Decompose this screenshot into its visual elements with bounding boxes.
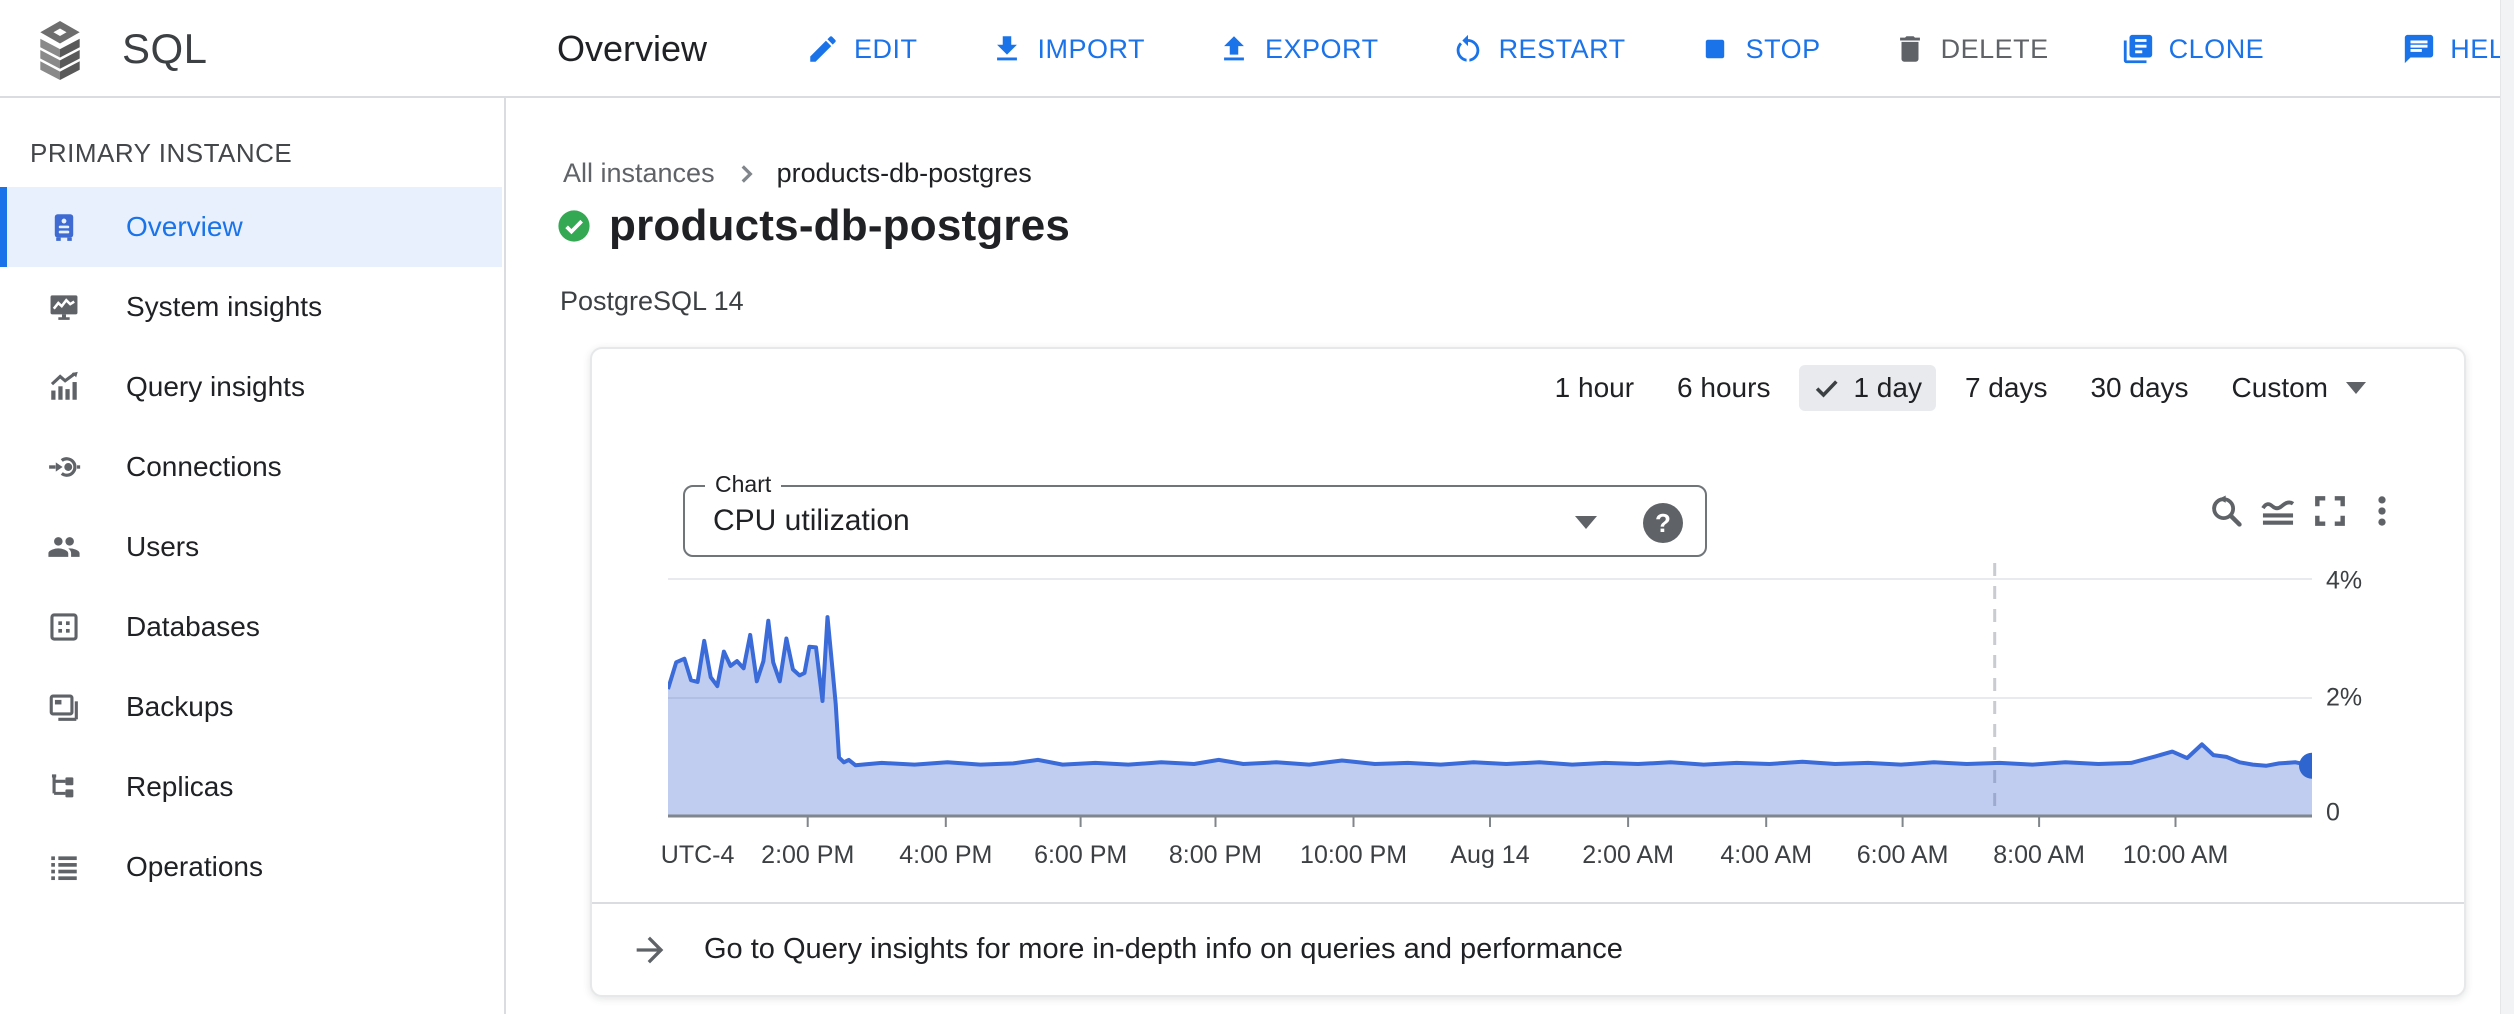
chevron-right-icon bbox=[733, 161, 759, 187]
instance-title-row: products-db-postgres bbox=[557, 201, 1070, 251]
sidebar-item-query-insights[interactable]: Query insights bbox=[0, 347, 502, 427]
nav-section-title: PRIMARY INSTANCE bbox=[30, 138, 292, 169]
x-axis-label: 4:00 AM bbox=[1720, 841, 1812, 870]
chart-plot-area[interactable] bbox=[668, 559, 2312, 829]
top-app-bar: SQL Overview EDIT IMPORT EXPORT RESTART … bbox=[0, 0, 2514, 98]
instance-name: products-db-postgres bbox=[609, 201, 1070, 251]
x-axis-label: 4:00 PM bbox=[899, 841, 992, 870]
connection-icon bbox=[46, 449, 82, 485]
x-axis-label: 6:00 PM bbox=[1034, 841, 1127, 870]
x-axis-label: 2:00 PM bbox=[761, 841, 854, 870]
sidebar-item-label: Operations bbox=[126, 851, 263, 883]
export-label: EXPORT bbox=[1265, 34, 1379, 65]
x-axis-label: 2:00 AM bbox=[1582, 841, 1674, 870]
delete-button[interactable]: DELETE bbox=[1893, 32, 2049, 66]
sidebar-item-backups[interactable]: Backups bbox=[0, 667, 502, 747]
sidebar-item-users[interactable]: Users bbox=[0, 507, 502, 587]
sidebar-item-label: Query insights bbox=[126, 371, 305, 403]
restart-button[interactable]: RESTART bbox=[1451, 32, 1626, 66]
query-insights-link[interactable]: Go to Query insights for more in-depth i… bbox=[592, 904, 2464, 995]
breadcrumb-all-instances[interactable]: All instances bbox=[563, 158, 715, 189]
green-check-icon bbox=[557, 209, 591, 243]
query-insights-link-text: Go to Query insights for more in-depth i… bbox=[704, 933, 1623, 966]
stop-icon bbox=[1698, 32, 1732, 66]
instance-icon bbox=[46, 209, 82, 245]
list-icon bbox=[46, 849, 82, 885]
grid-icon bbox=[46, 609, 82, 645]
instance-action-toolbar: EDIT IMPORT EXPORT RESTART STOP DELETE bbox=[806, 0, 2514, 98]
left-nav: PRIMARY INSTANCE Overview System insight… bbox=[0, 98, 506, 1014]
help-assistant-button[interactable]: HELP ASSISTANT bbox=[2402, 32, 2514, 66]
monitor-chart-icon bbox=[46, 289, 82, 325]
cpu-utilization-chart: 4% 2% 0 UTC-4 2:00 PM 4:00 PM 6:00 PM 8:00 P… bbox=[592, 349, 2464, 995]
sidebar-item-system-insights[interactable]: System insights bbox=[0, 267, 502, 347]
sidebar-item-label: System insights bbox=[126, 291, 322, 323]
y-axis-label: 4% bbox=[2326, 567, 2362, 596]
sidebar-item-overview[interactable]: Overview bbox=[0, 187, 502, 267]
sidebar-item-label: Users bbox=[126, 531, 199, 563]
arrow-forward-icon bbox=[630, 930, 670, 970]
sidebar-item-label: Replicas bbox=[126, 771, 233, 803]
tree-icon bbox=[46, 769, 82, 805]
product-name: SQL bbox=[122, 0, 208, 98]
trash-icon bbox=[1893, 32, 1927, 66]
stop-label: STOP bbox=[1746, 34, 1821, 65]
sidebar-item-label: Databases bbox=[126, 611, 260, 643]
instance-version: PostgreSQL 14 bbox=[560, 286, 744, 317]
stop-button[interactable]: STOP bbox=[1698, 32, 1821, 66]
export-button[interactable]: EXPORT bbox=[1217, 32, 1379, 66]
x-axis-label: 8:00 PM bbox=[1169, 841, 1262, 870]
sidebar-item-replicas[interactable]: Replicas bbox=[0, 747, 502, 827]
export-icon bbox=[1217, 32, 1251, 66]
x-axis-label: 10:00 PM bbox=[1300, 841, 1407, 870]
y-axis-label: 0 bbox=[2326, 799, 2340, 828]
sidebar-item-label: Backups bbox=[126, 691, 233, 723]
sidebar-item-connections[interactable]: Connections bbox=[0, 427, 502, 507]
breadcrumb: All instances products-db-postgres bbox=[563, 158, 1032, 189]
import-button[interactable]: IMPORT bbox=[990, 32, 1146, 66]
x-axis-label: 10:00 AM bbox=[2123, 841, 2229, 870]
sidebar-item-label: Connections bbox=[126, 451, 282, 483]
sidebar-item-label: Overview bbox=[126, 211, 243, 243]
clone-button[interactable]: CLONE bbox=[2121, 32, 2265, 66]
edit-label: EDIT bbox=[854, 34, 918, 65]
restart-label: RESTART bbox=[1499, 34, 1626, 65]
nav-list: Overview System insights Query insights … bbox=[0, 187, 502, 907]
breadcrumb-current: products-db-postgres bbox=[777, 158, 1032, 189]
y-axis-label: 2% bbox=[2326, 684, 2362, 713]
x-axis-label: Aug 14 bbox=[1450, 841, 1529, 870]
page-title: Overview bbox=[557, 0, 707, 98]
clone-label: CLONE bbox=[2169, 34, 2265, 65]
x-axis-label: 6:00 AM bbox=[1857, 841, 1949, 870]
bar-chart-icon bbox=[46, 369, 82, 405]
delete-label: DELETE bbox=[1941, 34, 2049, 65]
sidebar-item-databases[interactable]: Databases bbox=[0, 587, 502, 667]
cloud-sql-logo-icon bbox=[36, 20, 84, 80]
clone-icon bbox=[2121, 32, 2155, 66]
x-axis-label: UTC-4 bbox=[661, 841, 735, 870]
metrics-card: 1 hour 6 hours 1 day 7 days 30 days Cust… bbox=[590, 347, 2466, 997]
chat-icon bbox=[2402, 32, 2436, 66]
backups-icon bbox=[46, 689, 82, 725]
page-scrollbar[interactable] bbox=[2500, 0, 2514, 1014]
sidebar-item-operations[interactable]: Operations bbox=[0, 827, 502, 907]
cloud-sql-overview-page: SQL Overview EDIT IMPORT EXPORT RESTART … bbox=[0, 0, 2514, 1014]
x-axis-label: 8:00 AM bbox=[1993, 841, 2085, 870]
edit-button[interactable]: EDIT bbox=[806, 32, 918, 66]
users-icon bbox=[46, 529, 82, 565]
pencil-icon bbox=[806, 32, 840, 66]
import-label: IMPORT bbox=[1038, 34, 1146, 65]
import-icon bbox=[990, 32, 1024, 66]
restart-icon bbox=[1451, 32, 1485, 66]
